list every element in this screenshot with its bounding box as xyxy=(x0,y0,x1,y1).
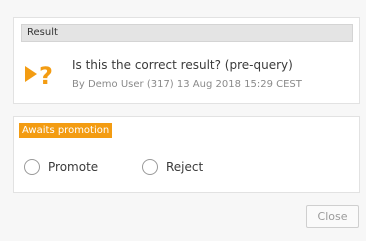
promotion-panel: Awaits promotion Promote Reject xyxy=(13,116,360,193)
status-badge: Awaits promotion xyxy=(19,123,113,138)
promote-radio[interactable]: Promote xyxy=(24,157,98,177)
play-question-icon: ? xyxy=(25,62,53,87)
result-question: Is this the correct result? (pre-query) xyxy=(72,58,293,72)
promotion-dialog: Result ? Is this the correct result? (pr… xyxy=(0,0,366,241)
reject-radio[interactable]: Reject xyxy=(142,157,203,177)
radio-circle[interactable] xyxy=(142,159,158,175)
result-meta: By Demo User (317) 13 Aug 2018 15:29 CES… xyxy=(72,79,302,90)
promote-label: Promote xyxy=(48,160,99,174)
result-panel: Result ? Is this the correct result? (pr… xyxy=(13,17,360,104)
reject-label: Reject xyxy=(166,160,204,174)
result-header: Result xyxy=(21,24,353,42)
svg-text:?: ? xyxy=(39,62,53,87)
close-button[interactable]: Close xyxy=(306,205,359,228)
radio-circle[interactable] xyxy=(24,159,40,175)
